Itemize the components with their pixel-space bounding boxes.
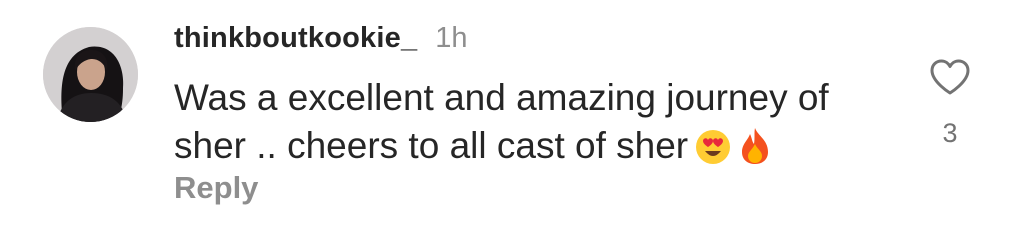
comment-item: thinkboutkookie_ 1h Was a excellent and … (0, 0, 1024, 245)
heart-outline-icon[interactable] (929, 58, 971, 96)
heart-eyes-emoji-icon (694, 128, 732, 178)
reply-button[interactable]: Reply (174, 170, 258, 206)
like-section: 3 (920, 58, 980, 149)
username[interactable]: thinkboutkookie_ (174, 22, 417, 55)
comment-text-line-2-text: sher .. cheers to all cast of sher (174, 125, 689, 166)
timestamp: 1h (435, 22, 468, 54)
like-count: 3 (942, 118, 958, 148)
fire-emoji-icon (738, 126, 772, 178)
comment-text-line-2: sher .. cheers to all cast of sher (174, 122, 874, 178)
comment-text-line-1: Was a excellent and amazing journey of (174, 77, 829, 118)
comment-header: thinkboutkookie_ 1h (174, 22, 468, 62)
comment-text: Was a excellent and amazing journey of s… (174, 74, 874, 178)
avatar[interactable] (43, 27, 138, 122)
